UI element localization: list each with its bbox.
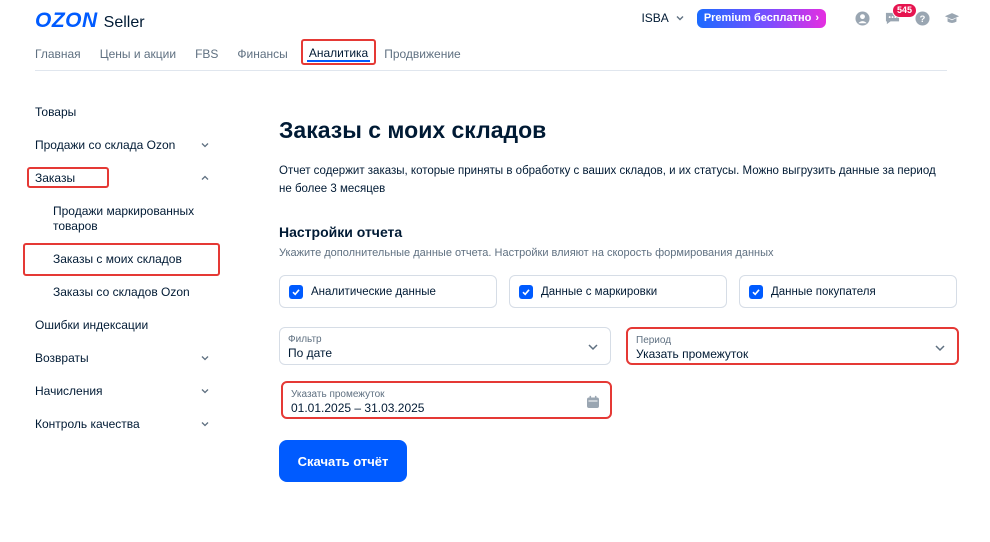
checkbox-checked-icon[interactable]: [749, 284, 763, 299]
sidebar-item-label: Товары: [35, 105, 77, 119]
logo-product: Seller: [103, 14, 145, 31]
sidebar-item-label: Возвраты: [35, 351, 89, 365]
period-value: Указать промежуток: [636, 347, 749, 361]
page-description: Отчет содержит заказы, которые приняты в…: [279, 165, 936, 195]
page-title: Заказы с моих складов: [279, 117, 547, 143]
ozon-seller-logo[interactable]: OZON Seller: [35, 9, 145, 33]
sidebar-item-returns[interactable]: Возвраты: [35, 351, 210, 365]
settings-title: Настройки отчета: [279, 224, 403, 240]
sidebar-item-marked-sales[interactable]: Продажи маркированных товаров: [53, 204, 213, 234]
chevron-right-icon: ›: [815, 12, 819, 24]
header-actions: ISBA Premium бесплатно › 545 ?: [641, 3, 960, 28]
chevron-down-icon: [201, 143, 209, 148]
sidebar-item-label: Продажи маркированных товаров: [53, 204, 195, 233]
sidebar-item-label: Заказы: [35, 171, 76, 185]
chevron-down-icon: [588, 344, 598, 351]
filter-value: По дате: [288, 346, 333, 360]
sidebar-item-accruals[interactable]: Начисления: [35, 384, 210, 398]
checkbox-checked-icon[interactable]: [519, 284, 533, 299]
tab-prices-promotions[interactable]: Цены и акции: [100, 42, 176, 66]
sidebar-item-ozon-warehouse-sales[interactable]: Продажи со склада Ozon: [35, 138, 210, 152]
chevron-up-icon: [201, 175, 209, 180]
checkbox-label: Данные покупателя: [771, 285, 876, 298]
sidebar-item-label: Продажи со склада Ozon: [35, 138, 176, 152]
sidebar-item-label: Контроль качества: [35, 417, 140, 431]
sidebar-item-indexing-errors[interactable]: Ошибки индексации: [35, 318, 210, 332]
top-navigation: Главная Цены и акции FBS Финансы Аналити…: [35, 39, 480, 68]
date-range-value: 01.01.2025 – 31.03.2025: [291, 401, 425, 415]
profile-icon[interactable]: [854, 10, 870, 26]
sidebar-item-label: Заказы со складов Ozon: [53, 285, 190, 299]
education-icon[interactable]: [944, 10, 960, 26]
sidebar-item-my-warehouse-orders[interactable]: Заказы с моих складов: [53, 252, 213, 266]
checkbox-checked-icon[interactable]: [289, 284, 303, 299]
account-switcher[interactable]: ISBA: [641, 11, 684, 25]
sidebar-item-label: Заказы с моих складов: [53, 252, 182, 266]
tab-home[interactable]: Главная: [35, 42, 81, 66]
checkbox-buyer-data[interactable]: Данные покупателя: [739, 275, 957, 308]
date-range-label: Указать промежуток: [291, 389, 385, 400]
premium-button[interactable]: Premium бесплатно ›: [696, 8, 826, 28]
settings-subtitle: Укажите дополнительные данные отчета. На…: [279, 247, 774, 259]
sidebar-item-label: Начисления: [35, 384, 103, 398]
account-name: ISBA: [641, 11, 669, 25]
checkbox-label: Аналитические данные: [311, 285, 436, 298]
checkbox-marking-data[interactable]: Данные с маркировки: [509, 275, 727, 308]
nav-divider: [35, 70, 947, 71]
chevron-down-icon: [201, 422, 209, 427]
messages-icon[interactable]: 545: [884, 3, 918, 26]
premium-label: Premium бесплатно: [703, 12, 812, 24]
svg-text:?: ?: [919, 13, 925, 23]
filter-label: Фильтр: [288, 334, 322, 345]
filter-select[interactable]: Фильтр По дате: [279, 327, 611, 365]
period-label: Период: [636, 335, 672, 346]
logo-brand: OZON: [35, 9, 98, 32]
chevron-down-icon: [676, 16, 684, 21]
checkbox-label: Данные с маркировки: [541, 285, 658, 298]
tab-analytics[interactable]: Аналитика: [300, 39, 377, 65]
sidebar-item-label: Ошибки индексации: [35, 318, 149, 332]
sidebar-item-orders[interactable]: Заказы: [35, 171, 210, 185]
checkbox-analytics-data[interactable]: Аналитические данные: [279, 275, 497, 308]
chevron-down-icon: [935, 345, 945, 352]
period-select[interactable]: Период Указать промежуток: [626, 327, 959, 365]
tab-promotion[interactable]: Продвижение: [384, 42, 461, 66]
sidebar-item-quality-control[interactable]: Контроль качества: [35, 417, 210, 431]
help-icon[interactable]: ?: [914, 10, 930, 26]
chevron-down-icon: [201, 356, 209, 361]
tab-finance[interactable]: Финансы: [237, 42, 287, 66]
chevron-down-icon: [201, 389, 209, 394]
date-range-input[interactable]: Указать промежуток 01.01.2025 – 31.03.20…: [281, 381, 612, 419]
sidebar-item-ozon-warehouse-orders[interactable]: Заказы со складов Ozon: [53, 285, 213, 299]
download-report-button[interactable]: Скачать отчёт: [279, 440, 407, 482]
sidebar-item-products[interactable]: Товары: [35, 105, 210, 119]
tab-fbs[interactable]: FBS: [195, 42, 218, 66]
calendar-icon[interactable]: [586, 395, 600, 409]
